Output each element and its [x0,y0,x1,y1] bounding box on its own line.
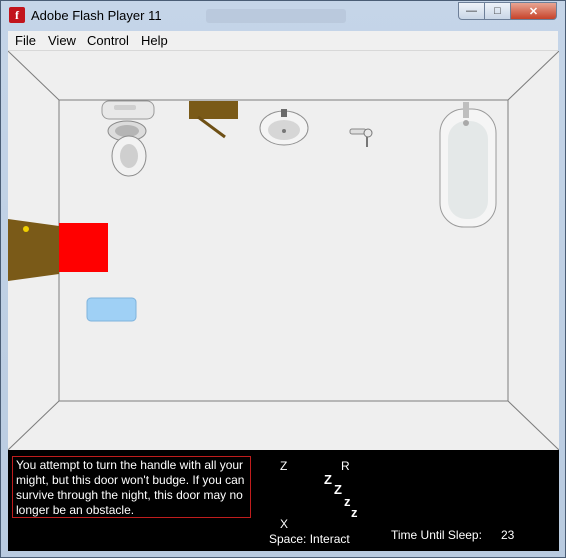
menu-bar: File View Control Help [8,31,558,51]
key-x-label: X [280,517,289,531]
minimize-icon: — [466,5,477,17]
title-background-blur [206,9,346,23]
sleep-z-glyph: z [344,494,351,509]
menu-view[interactable]: View [48,33,76,48]
close-button[interactable]: ✕ [511,2,557,20]
minimize-button[interactable]: — [458,2,485,20]
timer-label: Time Until Sleep: [391,528,482,542]
sleep-z-glyph: Z [334,482,342,497]
flash-player-window: f Adobe Flash Player 11 — □ ✕ File View … [0,0,566,558]
window-controls: — □ ✕ [458,2,557,20]
title-bar[interactable]: f Adobe Flash Player 11 — □ ✕ [1,1,565,31]
bathtub[interactable] [439,102,497,228]
sleep-z-glyph: z [351,505,358,520]
door[interactable] [8,219,59,281]
menu-control[interactable]: Control [87,33,129,48]
maximize-button[interactable]: □ [485,2,511,20]
key-z-label: Z [280,459,288,473]
game-stage[interactable]: You attempt to turn the handle with all … [8,51,559,551]
maximize-icon: □ [494,5,501,17]
message-box: You attempt to turn the handle with all … [12,456,251,518]
menu-file[interactable]: File [15,33,36,48]
timer-value: 23 [501,528,515,542]
interact-hint: Space: Interact [269,532,350,546]
window-title: Adobe Flash Player 11 [31,8,162,23]
room-scene [8,51,559,451]
hud-panel: You attempt to turn the handle with all … [8,450,559,551]
sleep-z-glyph: Z [324,472,332,487]
close-icon: ✕ [528,5,539,18]
menu-help[interactable]: Help [141,33,168,48]
flash-app-icon: f [9,7,25,23]
towel[interactable] [86,297,137,322]
player [59,223,108,272]
key-r-label: R [341,459,350,473]
